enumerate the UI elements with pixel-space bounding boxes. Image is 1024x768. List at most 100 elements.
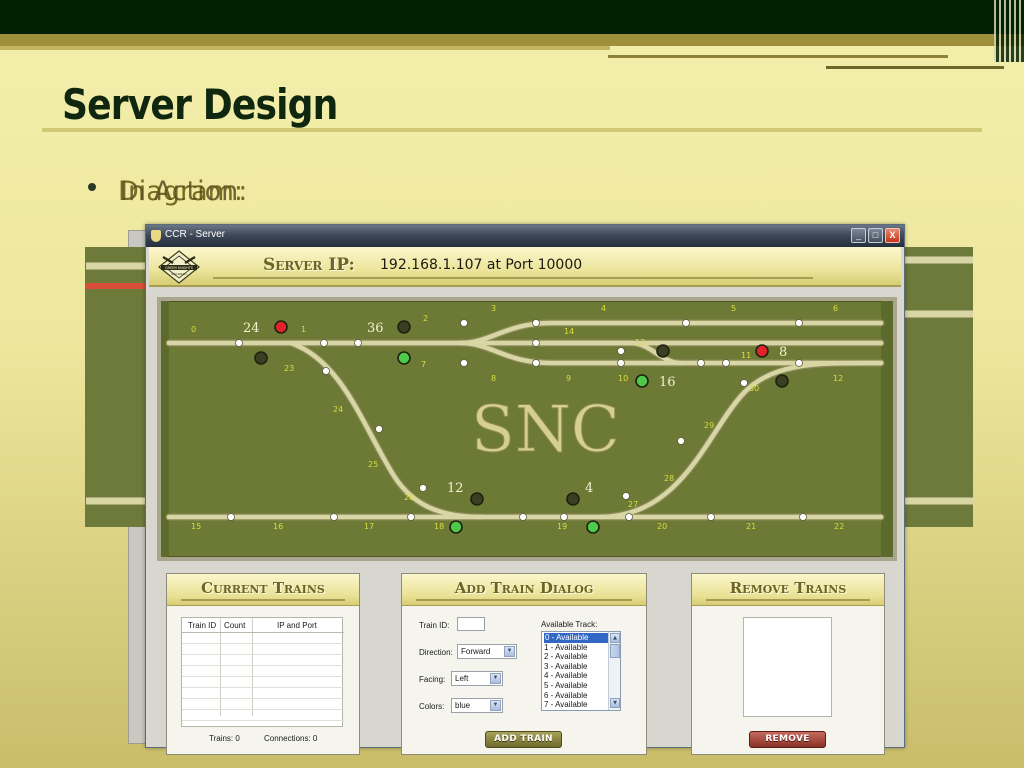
background-track-red-segment xyxy=(86,283,148,289)
remove-trains-list[interactable] xyxy=(743,617,832,717)
track-segment-label: 19 xyxy=(557,522,567,531)
signal-label: 8 xyxy=(779,345,787,360)
panel-title-rule xyxy=(181,599,345,601)
panel-header: Add Train Dialog xyxy=(402,574,646,606)
colors-label: Colors: xyxy=(419,702,445,711)
colors-select[interactable]: blue ▼ xyxy=(451,698,503,713)
title-underline xyxy=(42,128,982,132)
green-knights-logo: GREEN KNIGHTS RAILROAD xyxy=(158,250,200,284)
track-segment-label: 23 xyxy=(284,364,294,373)
signal-light-13[interactable] xyxy=(656,344,670,358)
list-scrollbar[interactable]: ▲ ▼ xyxy=(608,632,620,710)
minimize-button[interactable]: _ xyxy=(851,228,866,243)
facing-label: Facing: xyxy=(419,675,446,684)
track-segment-label: 27 xyxy=(628,500,638,509)
track-segment-label: 29 xyxy=(704,421,714,430)
signal-light-16[interactable] xyxy=(635,374,649,388)
track-segment-label: 2 xyxy=(423,314,428,323)
list-item[interactable]: 3 - Available xyxy=(544,662,587,672)
current-trains-table[interactable]: Train ID Count IP and Port xyxy=(181,617,344,727)
direction-select[interactable]: Forward ▼ xyxy=(457,644,517,659)
track-segment-label: 16 xyxy=(273,522,283,531)
track-segment-label: 15 xyxy=(191,522,201,531)
signal-light-24[interactable] xyxy=(274,320,288,334)
signal-label: 36 xyxy=(367,321,384,336)
list-item[interactable]: 4 - Available xyxy=(544,671,587,681)
column-header-count[interactable]: Count xyxy=(224,621,245,630)
list-item[interactable]: 5 - Available xyxy=(544,681,587,691)
signal-light-12[interactable] xyxy=(470,492,484,506)
row-divider xyxy=(182,643,344,644)
track-segment-label: 3 xyxy=(491,304,496,313)
remove-button[interactable]: REMOVE xyxy=(749,731,826,748)
logo-text-line2: RAILROAD xyxy=(171,272,187,276)
chevron-down-icon[interactable]: ▼ xyxy=(490,673,501,684)
available-track-list[interactable]: 0 - Available 1 - Available 2 - Availabl… xyxy=(541,631,621,711)
column-header-train-id[interactable]: Train ID xyxy=(188,621,216,630)
track-segment-label: 1 xyxy=(301,325,306,334)
signal-label: 4 xyxy=(585,481,593,496)
ccr-server-window: CCR - Server _ □ X GREEN KNIGHTS RAILROA… xyxy=(145,224,905,755)
remove-trains-panel: Remove Trains REMOVE xyxy=(691,573,885,755)
window-title: CCR - Server xyxy=(165,229,226,240)
signal-label: 16 xyxy=(659,375,676,390)
column-header-ip-port[interactable]: IP and Port xyxy=(277,621,317,630)
track-segment-label: 14 xyxy=(564,327,574,336)
panel-header: Remove Trains xyxy=(692,574,884,606)
window-client-area: GREEN KNIGHTS RAILROAD Server IP: 192.16… xyxy=(149,247,901,755)
direction-label: Direction: xyxy=(419,648,453,657)
signal-light-4[interactable] xyxy=(566,492,580,506)
list-item[interactable]: 1 - Available xyxy=(544,643,587,653)
decorative-stripes xyxy=(994,0,1024,62)
window-titlebar[interactable]: CCR - Server _ □ X xyxy=(146,225,904,247)
row-divider xyxy=(182,654,344,655)
track-segment-label: 30 xyxy=(749,384,759,393)
chevron-down-icon[interactable]: ▼ xyxy=(504,646,515,657)
list-item[interactable]: 6 - Available xyxy=(544,691,587,701)
track-segment-label: 20 xyxy=(657,522,667,531)
scroll-thumb[interactable] xyxy=(610,644,620,658)
decorative-line xyxy=(826,66,1004,69)
track-segment-label: 11 xyxy=(741,351,751,360)
track-segment-label: 25 xyxy=(368,460,378,469)
signal-light-8[interactable] xyxy=(755,344,769,358)
maximize-button[interactable]: □ xyxy=(868,228,883,243)
track-segment-label: 9 xyxy=(566,374,571,383)
signal-light-19[interactable] xyxy=(586,520,600,534)
available-track-label: Available Track: xyxy=(541,620,598,629)
signal-light-36[interactable] xyxy=(397,320,411,334)
signal-label: 24 xyxy=(243,321,260,336)
panel-title-rule xyxy=(706,599,870,601)
scroll-up-icon[interactable]: ▲ xyxy=(610,633,620,643)
track-segment-label: 13 xyxy=(635,338,645,347)
facing-select[interactable]: Left ▼ xyxy=(451,671,503,686)
signal-label: 12 xyxy=(447,481,464,496)
track-segment-label: 17 xyxy=(364,522,374,531)
server-ip-label: Server IP: xyxy=(263,255,355,275)
track-segment-label: 21 xyxy=(746,522,756,531)
background-rail xyxy=(86,262,148,270)
chevron-down-icon[interactable]: ▼ xyxy=(490,700,501,711)
slide-top-bar xyxy=(0,0,1024,34)
close-button[interactable]: X xyxy=(885,228,900,243)
track-segment-label: 18 xyxy=(434,522,444,531)
track-map[interactable]: SNC 0 123 4 5 678 9 101112131415 16 17 18 19 20 21 22… xyxy=(161,301,893,557)
list-item[interactable]: 7 - Available xyxy=(544,700,587,710)
signal-light-23[interactable] xyxy=(254,351,268,365)
server-ip-value: 192.168.1.107 at Port 10000 xyxy=(380,257,583,273)
signal-light-30[interactable] xyxy=(775,374,789,388)
signal-light-18[interactable] xyxy=(449,520,463,534)
panel-title-rule xyxy=(416,599,632,601)
list-item[interactable]: 0 - Available xyxy=(544,633,608,643)
current-trains-panel: Current Trains Train ID Count IP and Por… xyxy=(166,573,360,755)
signal-light-7[interactable] xyxy=(397,351,411,365)
track-segment-label: 8 xyxy=(491,374,496,383)
connections-count: Connections: 0 xyxy=(264,734,318,743)
remove-trains-title: Remove Trains xyxy=(729,579,847,597)
track-segment-label: 22 xyxy=(834,522,844,531)
scroll-down-icon[interactable]: ▼ xyxy=(610,698,620,708)
train-id-input[interactable] xyxy=(457,617,485,631)
list-item[interactable]: 2 - Available xyxy=(544,652,587,662)
add-train-button[interactable]: ADD TRAIN xyxy=(485,731,562,748)
trains-count: Trains: 0 xyxy=(209,734,240,743)
